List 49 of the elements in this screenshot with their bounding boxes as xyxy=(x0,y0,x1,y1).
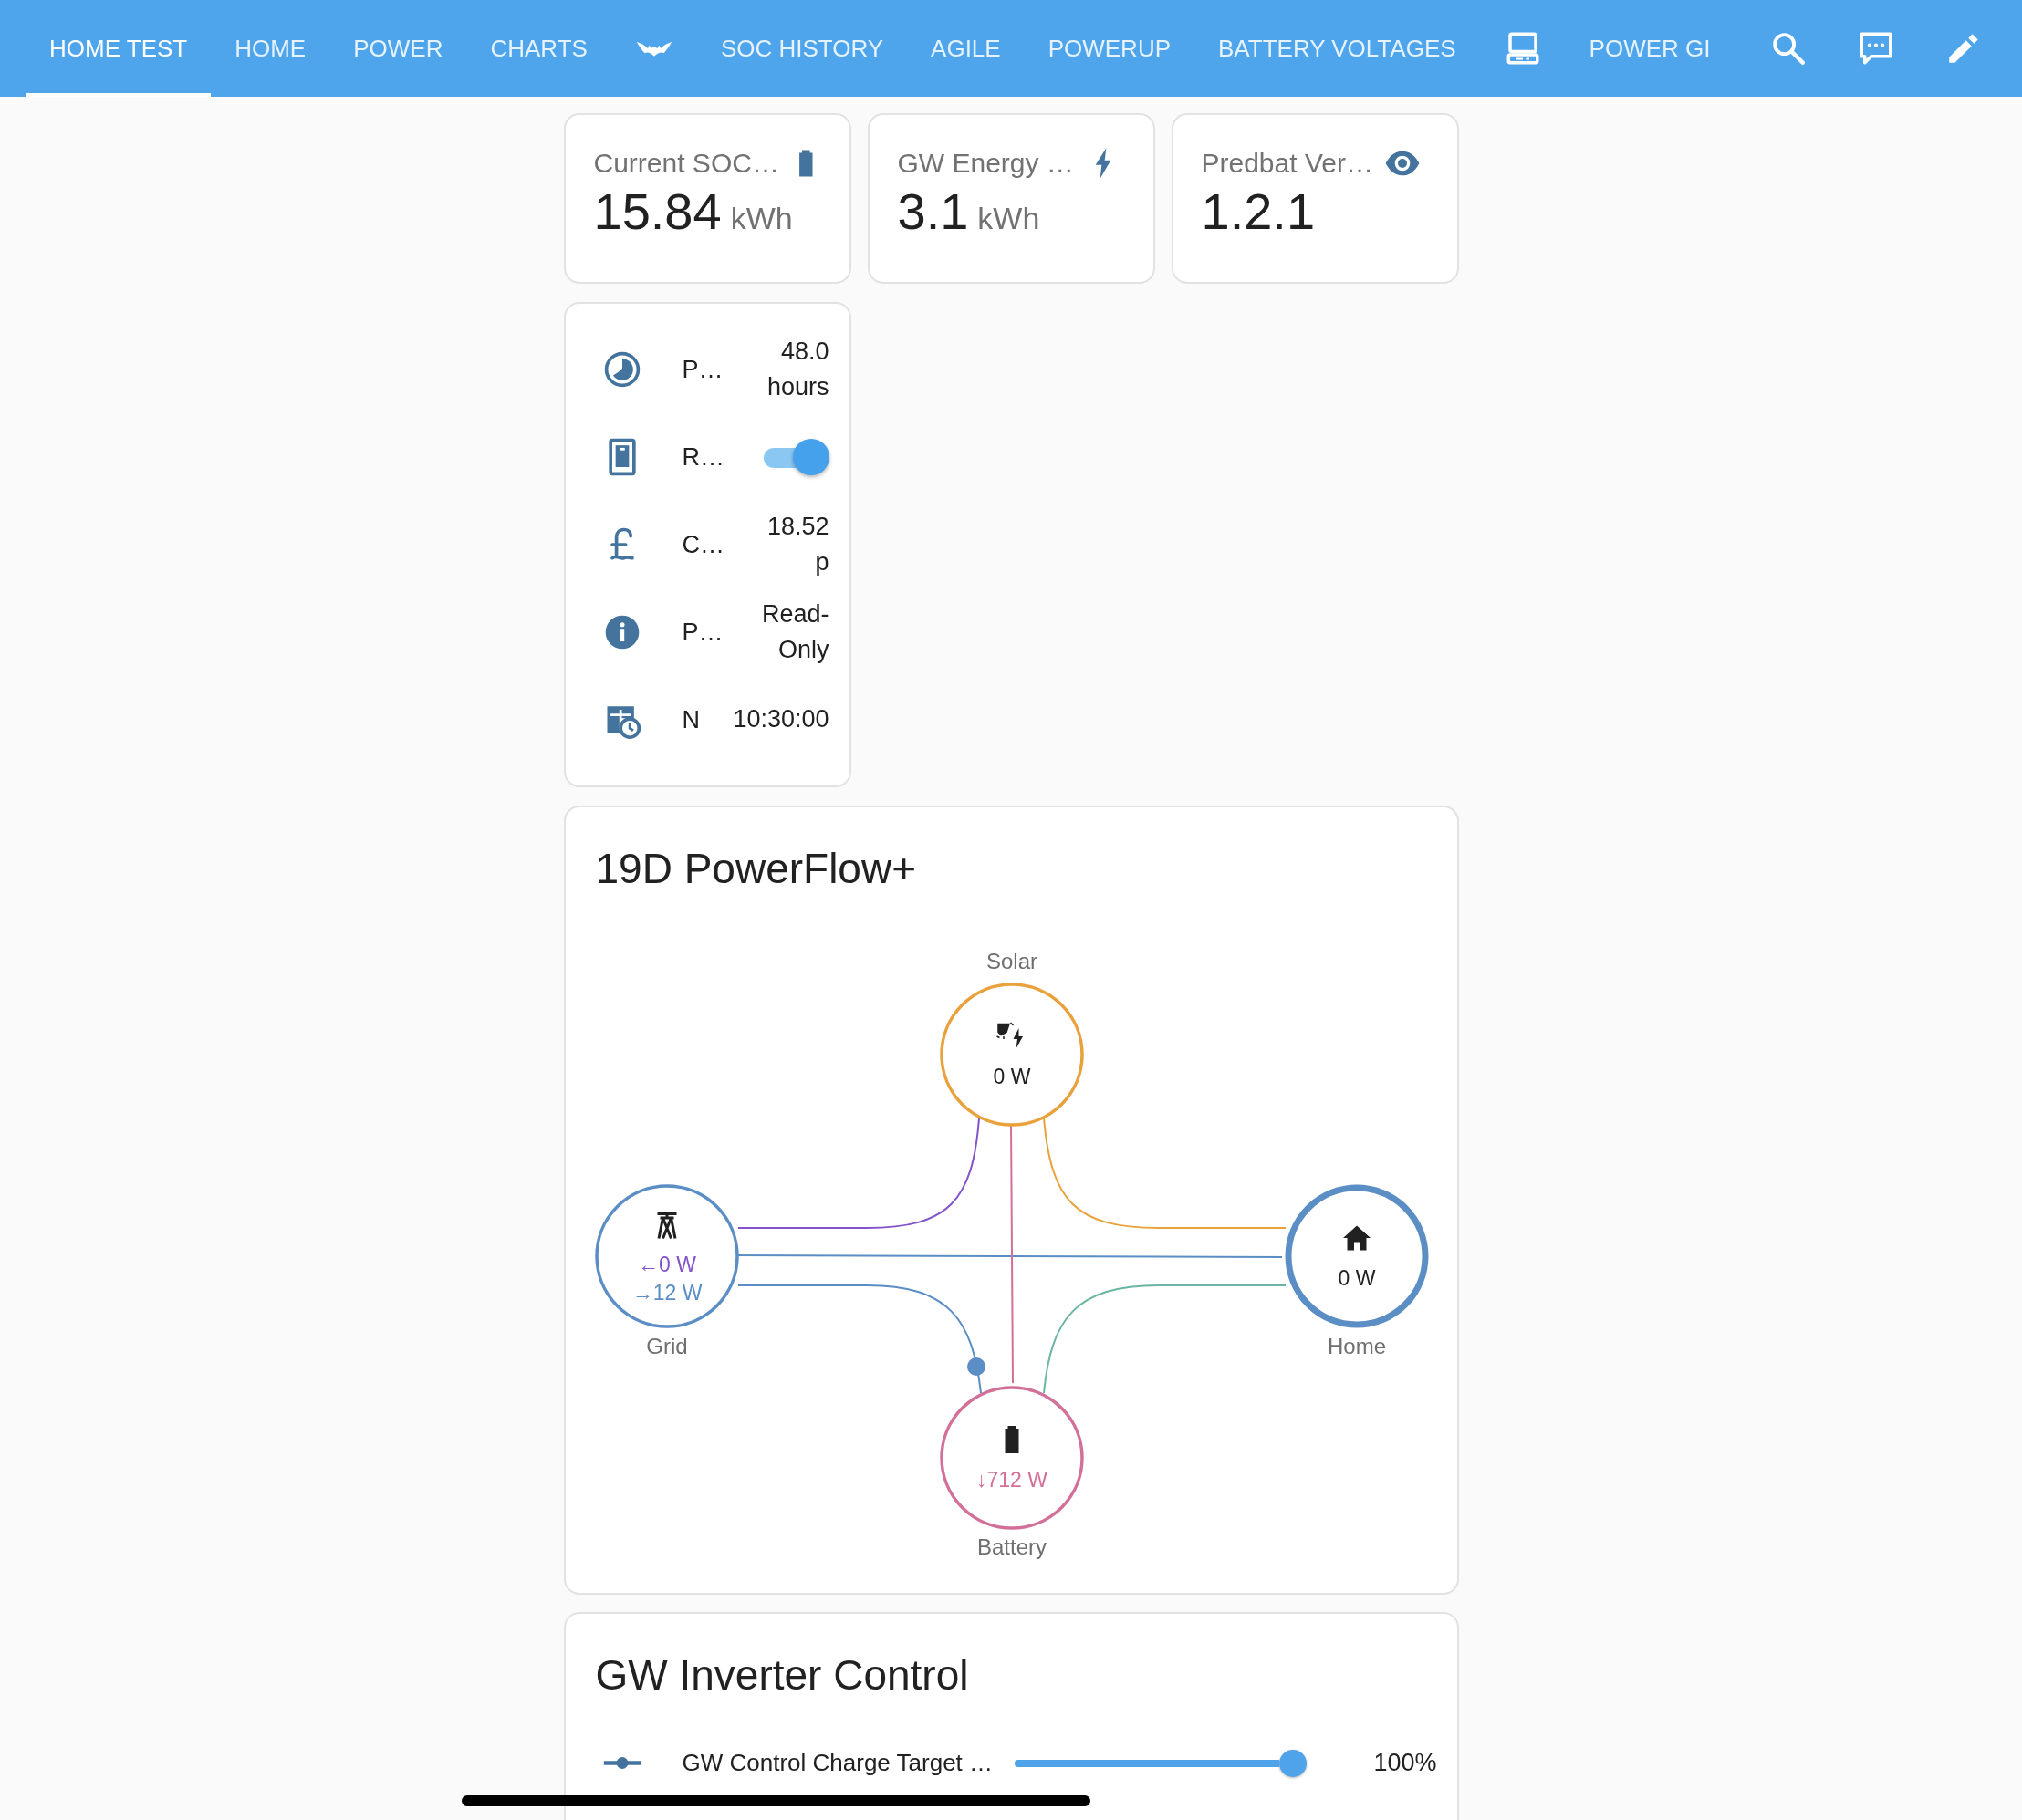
node-circle[interactable] xyxy=(939,983,1084,1127)
power-reading: 0 W xyxy=(993,1065,1030,1089)
nav-tab[interactable]: POWER xyxy=(329,0,467,97)
stat-title: Current SOC… xyxy=(593,147,779,180)
stat-value: 1.2.1 xyxy=(1201,183,1316,240)
node-circle[interactable] xyxy=(594,1184,739,1328)
card-title: 19D PowerFlow+ xyxy=(594,844,918,894)
nav-tab[interactable]: POWERUP xyxy=(1024,0,1194,97)
card-title: GW Inverter Control xyxy=(594,1650,970,1701)
stat-title: Predbat Ver… xyxy=(1201,147,1373,180)
slider-thumb[interactable] xyxy=(1279,1749,1308,1777)
nav-tab[interactable]: POWER GI xyxy=(1565,0,1735,97)
power-reading: ↓712 W xyxy=(975,1468,1047,1492)
nav-tab[interactable]: AGILE xyxy=(907,0,1025,97)
node-label: Battery xyxy=(976,1534,1047,1560)
stat-value: 3.1 xyxy=(897,183,969,240)
entity-value: 10:30:00 xyxy=(733,704,829,735)
node-label: Solar xyxy=(985,949,1037,974)
node-label: Home xyxy=(1327,1334,1386,1359)
solar-panel-icon xyxy=(996,1023,1023,1049)
stat-value: 15.84 xyxy=(593,183,722,240)
node-circle[interactable] xyxy=(1285,1184,1428,1328)
stat-title: GW Energy … xyxy=(897,147,1074,180)
entity-value: 18.52 p xyxy=(766,511,829,577)
house-icon xyxy=(1342,1225,1371,1251)
slider-value: 100% xyxy=(1373,1748,1437,1779)
node-circle[interactable] xyxy=(939,1386,1084,1530)
nav-tab[interactable]: HOME TEST xyxy=(26,0,212,97)
entity-name: C… xyxy=(682,529,725,560)
entity-value: 48.0 hours xyxy=(766,336,829,402)
nav-tab[interactable]: SOC HISTORY xyxy=(696,0,908,97)
stat-unit: kWh xyxy=(730,200,793,237)
entity-name: R… xyxy=(682,442,725,473)
stat-unit: kWh xyxy=(977,200,1040,237)
power-reading: ←0 W xyxy=(637,1253,696,1277)
nav-tab[interactable]: HOME xyxy=(211,0,330,97)
entity-name: P… xyxy=(682,354,724,385)
power-reading: →12 W xyxy=(631,1281,702,1305)
slider-fill[interactable] xyxy=(1015,1759,1280,1767)
entity-name: N xyxy=(682,704,701,735)
entity-name: P… xyxy=(682,617,724,648)
slider-icon xyxy=(601,1756,642,1771)
nav-tab[interactable]: CHARTS xyxy=(466,0,611,97)
power-tower-icon xyxy=(657,1213,676,1239)
power-reading: 0 W xyxy=(1338,1266,1375,1291)
node-label: Grid xyxy=(645,1334,688,1359)
slider-label: GW Control Charge Target … xyxy=(682,1747,994,1778)
entity-value: Read-Only xyxy=(761,598,829,665)
nav-tab[interactable]: BATTERY VOLTAGES xyxy=(1194,0,1480,97)
